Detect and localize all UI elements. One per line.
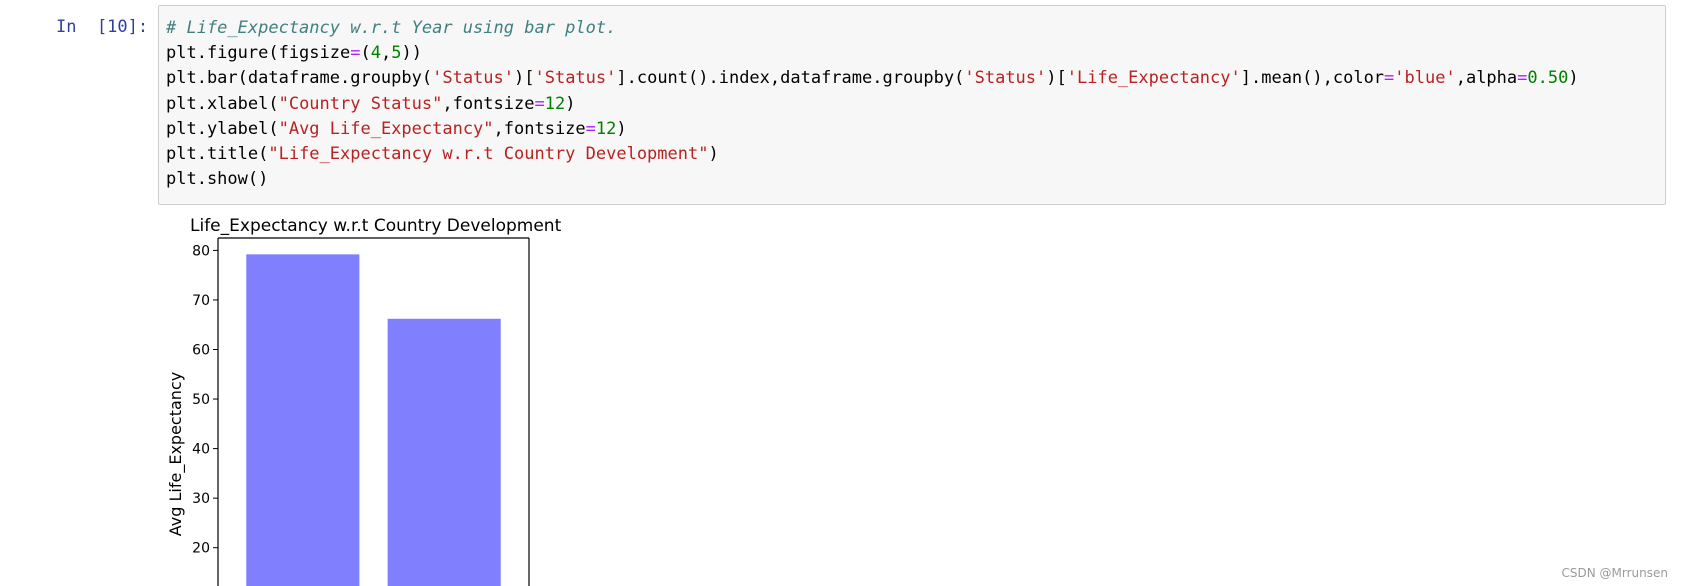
y-axis-label: Avg Life_Expectancy <box>166 372 186 536</box>
code-line: plt.figure(figsize=(4,5)) <box>166 41 1579 66</box>
code-token: = <box>585 118 596 139</box>
code-token: 12 <box>544 93 566 114</box>
code-token: )) <box>401 43 422 64</box>
code-token: 'Status' <box>432 68 514 89</box>
code-token: = <box>350 43 361 64</box>
bar <box>387 318 501 586</box>
code-token: 'blue' <box>1394 68 1456 89</box>
chart-title: Life_Expectancy w.r.t Country Developmen… <box>190 216 562 236</box>
code-token: plt.bar(dataframe.groupby( <box>166 68 433 89</box>
code-token: 4 <box>370 43 381 64</box>
code-line: # Life_Expectancy w.r.t Year using bar p… <box>166 16 1579 41</box>
code-token: )[ <box>1046 68 1067 89</box>
cell-output: 20 30 40 50 60 70 80 Life_Expectancy w.r.t Coun… <box>158 210 658 586</box>
code-token: "Country Status" <box>278 93 443 114</box>
code-token: 'Status' <box>964 68 1047 89</box>
code-token: ].mean(),color <box>1240 68 1385 89</box>
y-tick-label: 20 <box>192 541 210 557</box>
y-tick-label: 40 <box>192 442 210 458</box>
y-tick-label: 70 <box>192 293 210 309</box>
y-tick-label: 80 <box>192 243 210 259</box>
code-token: ) <box>1568 68 1579 89</box>
code-cell[interactable]: # Life_Expectancy w.r.t Year using bar p… <box>158 5 1666 205</box>
code-token: plt.ylabel( <box>166 118 279 139</box>
code-token: ,alpha <box>1455 68 1518 89</box>
code-token: plt.show() <box>166 169 269 190</box>
code-line: plt.bar(dataframe.groupby('Status')['Sta… <box>166 66 1579 91</box>
code-token: # Life_Expectancy w.r.t Year using bar p… <box>166 18 617 38</box>
code-token: "Life_Expectancy w.r.t Country Developme… <box>268 143 709 164</box>
code-token: )[ <box>514 68 535 89</box>
code-token: 12 <box>595 118 617 139</box>
code-token: = <box>534 93 545 114</box>
code-token: plt.title( <box>166 143 269 164</box>
code-token: 0.50 <box>1527 68 1569 89</box>
watermark: CSDN @Mrrunsen <box>1561 566 1669 580</box>
code-token: 5 <box>391 43 402 64</box>
code-token: 'Life_Expectancy' <box>1066 68 1241 89</box>
code-line: plt.xlabel("Country Status",fontsize=12) <box>166 92 1579 117</box>
y-tick-label: 60 <box>192 342 210 358</box>
y-tick-label: 30 <box>192 491 210 507</box>
y-tick-label: 50 <box>192 392 210 408</box>
code-token: plt.xlabel( <box>166 93 279 114</box>
code-token: ) <box>565 93 576 114</box>
code-line: plt.title("Life_Expectancy w.r.t Country… <box>166 142 1579 167</box>
code-line: plt.ylabel("Avg Life_Expectancy",fontsiz… <box>166 117 1579 142</box>
code-token: = <box>1384 68 1395 89</box>
code-token: 'Status' <box>534 68 617 89</box>
code-token: , <box>380 43 392 64</box>
code-token: ].count().index,dataframe.groupby( <box>616 68 965 89</box>
code-token: ) <box>616 118 627 139</box>
code-line: plt.show() <box>166 167 1579 192</box>
code-token: = <box>1517 68 1528 89</box>
bar <box>246 254 360 586</box>
code-token: ) <box>708 143 719 164</box>
cell-prompt: In [10]: <box>56 17 149 37</box>
code-token: plt.figure(figsize <box>166 43 351 64</box>
code-editor[interactable]: # Life_Expectancy w.r.t Year using bar p… <box>166 16 1579 192</box>
code-token: ,fontsize <box>442 93 535 114</box>
code-token: "Avg Life_Expectancy" <box>278 118 494 139</box>
code-token: ,fontsize <box>493 118 586 139</box>
code-token: ( <box>360 43 371 64</box>
bar-chart: 20 30 40 50 60 70 80 Life_Expectancy w.r.t Coun… <box>166 216 562 586</box>
